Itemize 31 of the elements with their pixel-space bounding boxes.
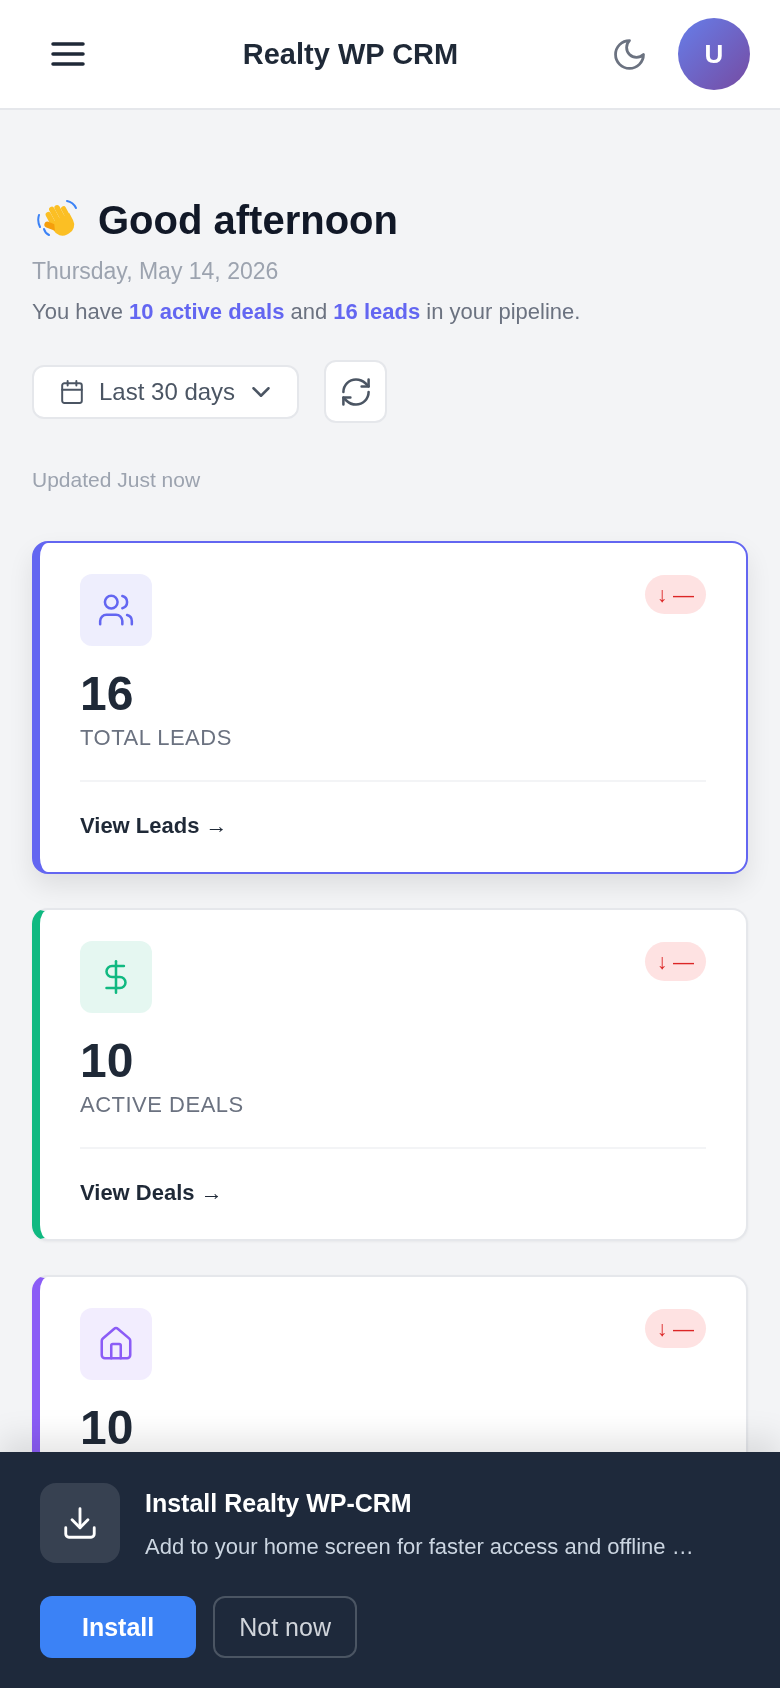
house-icon: [80, 1308, 152, 1380]
user-avatar[interactable]: U: [678, 18, 750, 90]
moon-icon: [613, 38, 645, 70]
install-button[interactable]: Install: [40, 1596, 197, 1658]
menu-icon: [51, 42, 85, 66]
pipeline-summary: You have 10 active deals and 16 leads in your pipeline.: [32, 298, 582, 326]
date-range-select[interactable]: Last 30 days: [32, 364, 300, 419]
stat-label: TOTAL LEADS: [80, 724, 233, 752]
trend-badge: ↓ —: [644, 1309, 706, 1348]
dollar-icon: [80, 941, 152, 1013]
greeting-title: Good afternoon: [98, 197, 398, 244]
install-description: Add to your home screen for faster access and offline …: [145, 1533, 694, 1561]
dismiss-button[interactable]: Not now: [213, 1596, 357, 1658]
view-link[interactable]: View Leads →: [80, 811, 228, 841]
date-text: Thursday, May 14, 2026: [32, 257, 280, 286]
trend-badge: ↓ —: [644, 575, 706, 614]
last-updated-text: Updated Just now: [32, 467, 202, 493]
stat-label: ACTIVE DEALS: [80, 1091, 245, 1119]
users-icon: [80, 574, 152, 646]
refresh-icon: [341, 377, 370, 406]
chevron-down-icon: [252, 386, 271, 397]
stat-value: 16: [80, 674, 135, 714]
stat-value: 10: [80, 1408, 135, 1448]
calendar-icon: [60, 379, 84, 404]
view-link[interactable]: View Deals →: [80, 1178, 223, 1208]
app-title: Realty WP CRM: [241, 37, 460, 72]
install-title: Install Realty WP-CRM: [145, 1488, 413, 1519]
download-icon: [40, 1483, 120, 1563]
refresh-button[interactable]: [324, 360, 388, 423]
stat-value: 10: [80, 1041, 135, 1081]
trend-badge: ↓ —: [644, 942, 706, 981]
